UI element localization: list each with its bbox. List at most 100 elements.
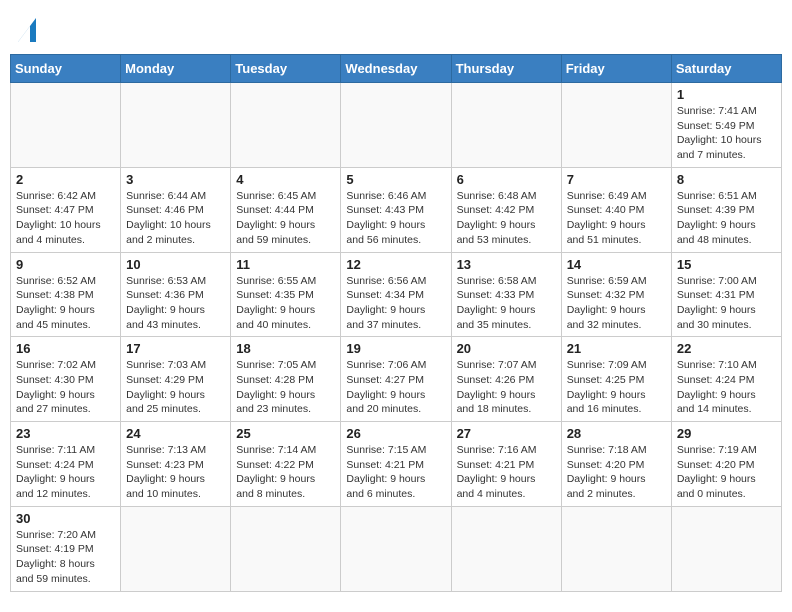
day-number: 17 xyxy=(126,341,225,356)
day-info: Sunrise: 7:13 AM Sunset: 4:23 PM Dayligh… xyxy=(126,443,225,502)
weekday-header-thursday: Thursday xyxy=(451,55,561,83)
day-number: 22 xyxy=(677,341,776,356)
day-info: Sunrise: 6:49 AM Sunset: 4:40 PM Dayligh… xyxy=(567,189,666,248)
calendar-cell: 9Sunrise: 6:52 AM Sunset: 4:38 PM Daylig… xyxy=(11,252,121,337)
day-number: 23 xyxy=(16,426,115,441)
weekday-header-sunday: Sunday xyxy=(11,55,121,83)
calendar-cell xyxy=(231,506,341,591)
weekday-header-tuesday: Tuesday xyxy=(231,55,341,83)
day-number: 26 xyxy=(346,426,445,441)
calendar-cell: 17 Sunrise: 7:03 AM Sunset: 4:29 PM Dayli… xyxy=(121,337,231,422)
day-number: 11 xyxy=(236,257,335,272)
calendar-cell: 24 Sunrise: 7:13 AM Sunset: 4:23 PM Dayli… xyxy=(121,422,231,507)
day-info: Sunrise: 6:42 AM Sunset: 4:47 PM Dayligh… xyxy=(16,189,115,248)
day-info: Sunrise: 7:41 AM Sunset: 5:49 PM Dayligh… xyxy=(677,104,776,163)
calendar-cell: 2 Sunrise: 6:42 AM Sunset: 4:47 PM Daylig… xyxy=(11,167,121,252)
day-number: 10 xyxy=(126,257,225,272)
weekday-header-friday: Friday xyxy=(561,55,671,83)
day-number: 7 xyxy=(567,172,666,187)
calendar-cell: 7 Sunrise: 6:49 AM Sunset: 4:40 PM Daylig… xyxy=(561,167,671,252)
calendar-table: SundayMondayTuesdayWednesdayThursdayFrid… xyxy=(10,54,782,592)
day-number: 3 xyxy=(126,172,225,187)
day-info: Sunrise: 6:48 AM Sunset: 4:42 PM Dayligh… xyxy=(457,189,556,248)
day-number: 29 xyxy=(677,426,776,441)
calendar-cell: 30 Sunrise: 7:20 AM Sunset: 4:19 PM Dayli… xyxy=(11,506,121,591)
day-info: Sunrise: 7:06 AM Sunset: 4:27 PM Dayligh… xyxy=(346,358,445,417)
day-info: Sunrise: 7:07 AM Sunset: 4:26 PM Dayligh… xyxy=(457,358,556,417)
calendar-cell: 14 Sunrise: 6:59 AM Sunset: 4:32 PM Dayli… xyxy=(561,252,671,337)
page-header xyxy=(10,10,782,46)
day-number: 13 xyxy=(457,257,556,272)
calendar-cell xyxy=(561,83,671,168)
calendar-cell: 6 Sunrise: 6:48 AM Sunset: 4:42 PM Daylig… xyxy=(451,167,561,252)
day-info: Sunrise: 6:59 AM Sunset: 4:32 PM Dayligh… xyxy=(567,274,666,333)
weekday-header-saturday: Saturday xyxy=(671,55,781,83)
weekday-header-monday: Monday xyxy=(121,55,231,83)
calendar-cell: 12Sunrise: 6:56 AM Sunset: 4:34 PM Dayli… xyxy=(341,252,451,337)
calendar-week-1: 2 Sunrise: 6:42 AM Sunset: 4:47 PM Daylig… xyxy=(11,167,782,252)
day-number: 9 xyxy=(16,257,115,272)
calendar-week-4: 23Sunrise: 7:11 AM Sunset: 4:24 PM Dayli… xyxy=(11,422,782,507)
calendar-cell xyxy=(341,83,451,168)
calendar-cell xyxy=(671,506,781,591)
day-info: Sunrise: 7:09 AM Sunset: 4:25 PM Dayligh… xyxy=(567,358,666,417)
day-info: Sunrise: 7:05 AM Sunset: 4:28 PM Dayligh… xyxy=(236,358,335,417)
calendar-cell xyxy=(451,83,561,168)
day-number: 24 xyxy=(126,426,225,441)
day-info: Sunrise: 7:18 AM Sunset: 4:20 PM Dayligh… xyxy=(567,443,666,502)
day-number: 6 xyxy=(457,172,556,187)
day-number: 27 xyxy=(457,426,556,441)
calendar-week-0: 1 Sunrise: 7:41 AM Sunset: 5:49 PM Daylig… xyxy=(11,83,782,168)
calendar-cell: 20Sunrise: 7:07 AM Sunset: 4:26 PM Dayli… xyxy=(451,337,561,422)
calendar-cell: 21 Sunrise: 7:09 AM Sunset: 4:25 PM Dayli… xyxy=(561,337,671,422)
day-info: Sunrise: 7:15 AM Sunset: 4:21 PM Dayligh… xyxy=(346,443,445,502)
day-number: 5 xyxy=(346,172,445,187)
calendar-cell: 1 Sunrise: 7:41 AM Sunset: 5:49 PM Daylig… xyxy=(671,83,781,168)
day-number: 19 xyxy=(346,341,445,356)
day-info: Sunrise: 7:00 AM Sunset: 4:31 PM Dayligh… xyxy=(677,274,776,333)
calendar-cell xyxy=(11,83,121,168)
calendar-header: SundayMondayTuesdayWednesdayThursdayFrid… xyxy=(11,55,782,83)
day-number: 30 xyxy=(16,511,115,526)
day-info: Sunrise: 7:02 AM Sunset: 4:30 PM Dayligh… xyxy=(16,358,115,417)
day-number: 14 xyxy=(567,257,666,272)
day-number: 21 xyxy=(567,341,666,356)
day-number: 25 xyxy=(236,426,335,441)
calendar-cell: 8 Sunrise: 6:51 AM Sunset: 4:39 PM Daylig… xyxy=(671,167,781,252)
calendar-cell: 29 Sunrise: 7:19 AM Sunset: 4:20 PM Dayli… xyxy=(671,422,781,507)
day-number: 28 xyxy=(567,426,666,441)
calendar-cell xyxy=(341,506,451,591)
calendar-cell: 27 Sunrise: 7:16 AM Sunset: 4:21 PM Dayli… xyxy=(451,422,561,507)
calendar-week-2: 9Sunrise: 6:52 AM Sunset: 4:38 PM Daylig… xyxy=(11,252,782,337)
calendar-cell: 23Sunrise: 7:11 AM Sunset: 4:24 PM Dayli… xyxy=(11,422,121,507)
day-number: 8 xyxy=(677,172,776,187)
calendar-cell: 10 Sunrise: 6:53 AM Sunset: 4:36 PM Dayli… xyxy=(121,252,231,337)
day-number: 16 xyxy=(16,341,115,356)
day-info: Sunrise: 6:51 AM Sunset: 4:39 PM Dayligh… xyxy=(677,189,776,248)
day-info: Sunrise: 7:03 AM Sunset: 4:29 PM Dayligh… xyxy=(126,358,225,417)
day-number: 4 xyxy=(236,172,335,187)
calendar-cell xyxy=(121,83,231,168)
weekday-header-row: SundayMondayTuesdayWednesdayThursdayFrid… xyxy=(11,55,782,83)
day-number: 15 xyxy=(677,257,776,272)
calendar-cell: 28 Sunrise: 7:18 AM Sunset: 4:20 PM Dayli… xyxy=(561,422,671,507)
weekday-header-wednesday: Wednesday xyxy=(341,55,451,83)
day-info: Sunrise: 6:53 AM Sunset: 4:36 PM Dayligh… xyxy=(126,274,225,333)
day-info: Sunrise: 7:20 AM Sunset: 4:19 PM Dayligh… xyxy=(16,528,115,587)
day-number: 2 xyxy=(16,172,115,187)
calendar-cell: 15 Sunrise: 7:00 AM Sunset: 4:31 PM Dayli… xyxy=(671,252,781,337)
day-info: Sunrise: 6:55 AM Sunset: 4:35 PM Dayligh… xyxy=(236,274,335,333)
calendar-cell: 19 Sunrise: 7:06 AM Sunset: 4:27 PM Dayli… xyxy=(341,337,451,422)
calendar-body: 1 Sunrise: 7:41 AM Sunset: 5:49 PM Daylig… xyxy=(11,83,782,592)
calendar-cell xyxy=(231,83,341,168)
day-info: Sunrise: 6:46 AM Sunset: 4:43 PM Dayligh… xyxy=(346,189,445,248)
calendar-cell: 3 Sunrise: 6:44 AM Sunset: 4:46 PM Daylig… xyxy=(121,167,231,252)
calendar-week-5: 30 Sunrise: 7:20 AM Sunset: 4:19 PM Dayli… xyxy=(11,506,782,591)
calendar-cell xyxy=(121,506,231,591)
calendar-cell xyxy=(451,506,561,591)
day-info: Sunrise: 7:16 AM Sunset: 4:21 PM Dayligh… xyxy=(457,443,556,502)
calendar-cell xyxy=(561,506,671,591)
day-number: 1 xyxy=(677,87,776,102)
day-info: Sunrise: 7:19 AM Sunset: 4:20 PM Dayligh… xyxy=(677,443,776,502)
day-info: Sunrise: 6:44 AM Sunset: 4:46 PM Dayligh… xyxy=(126,189,225,248)
